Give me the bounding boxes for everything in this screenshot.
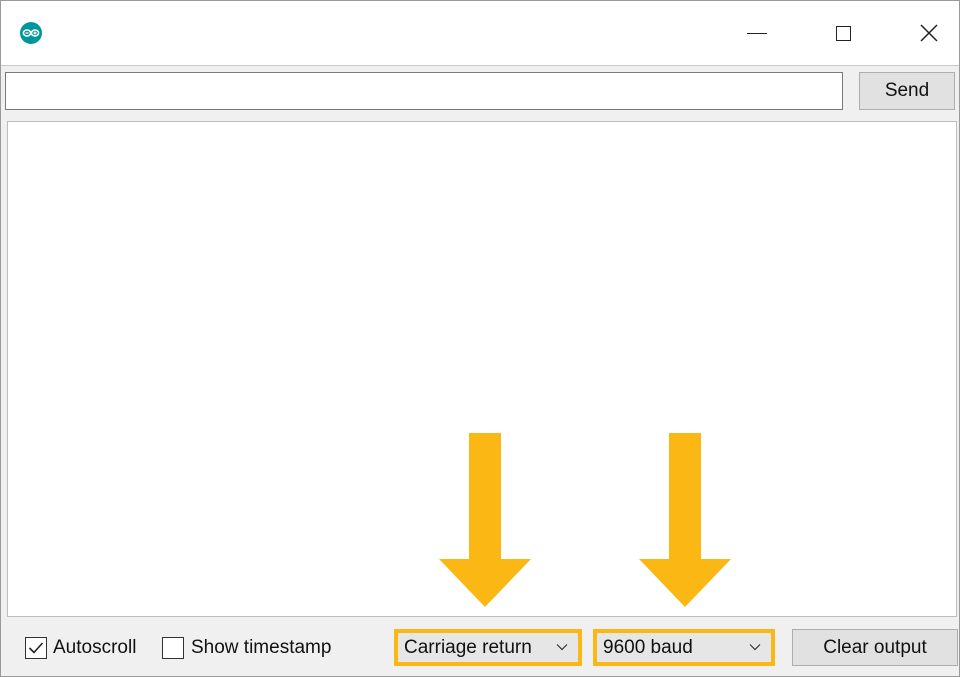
close-icon bbox=[920, 24, 938, 42]
close-button[interactable] bbox=[899, 11, 959, 55]
chevron-down-icon bbox=[556, 644, 568, 651]
show-timestamp-checkbox[interactable] bbox=[162, 637, 184, 659]
autoscroll-label: Autoscroll bbox=[53, 637, 137, 658]
baud-rate-value: 9600 baud bbox=[603, 637, 693, 658]
line-ending-value: Carriage return bbox=[404, 637, 532, 658]
autoscroll-checkbox[interactable] bbox=[25, 637, 47, 659]
title-bar bbox=[1, 1, 959, 65]
bottom-bar: Autoscroll Show timestamp Carriage retur… bbox=[1, 619, 959, 676]
maximize-icon bbox=[835, 25, 851, 41]
arduino-logo-icon bbox=[19, 21, 43, 45]
checkmark-icon bbox=[28, 642, 44, 654]
annotation-arrow-line-ending bbox=[439, 433, 531, 607]
chevron-down-icon bbox=[749, 644, 761, 651]
send-bar: Send bbox=[1, 65, 959, 122]
clear-output-button[interactable]: Clear output bbox=[792, 629, 958, 666]
annotation-arrow-baud-rate bbox=[639, 433, 731, 607]
send-button[interactable]: Send bbox=[859, 72, 955, 110]
line-ending-dropdown[interactable]: Carriage return bbox=[394, 629, 582, 666]
baud-rate-dropdown[interactable]: 9600 baud bbox=[593, 629, 775, 666]
maximize-button[interactable] bbox=[813, 11, 873, 55]
minimize-icon bbox=[747, 32, 767, 34]
serial-input[interactable] bbox=[5, 72, 843, 110]
minimize-button[interactable] bbox=[727, 11, 787, 55]
show-timestamp-label: Show timestamp bbox=[191, 637, 332, 658]
